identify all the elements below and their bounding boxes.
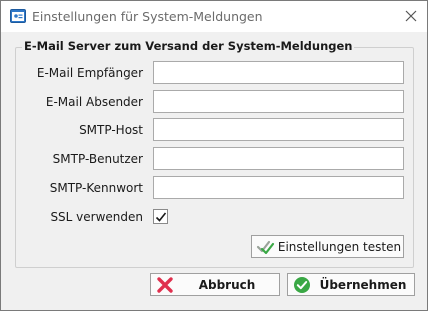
test-settings-label: Einstellungen testen xyxy=(277,239,402,254)
title-bar: Einstellungen für System-Meldungen xyxy=(1,1,427,32)
ssl-label: SSL verwenden xyxy=(50,210,143,224)
close-icon xyxy=(405,10,417,22)
cancel-label: Abbruch xyxy=(198,277,256,292)
recipient-field[interactable] xyxy=(153,61,404,84)
checkmark-icon xyxy=(155,212,166,222)
smtp-host-field[interactable] xyxy=(153,118,404,141)
check-circle-icon xyxy=(292,276,312,294)
close-button[interactable] xyxy=(399,5,423,27)
cancel-icon xyxy=(155,276,175,294)
apply-button[interactable]: Übernehmen xyxy=(287,273,415,296)
group-title: E-Mail Server zum Versand der System-Mel… xyxy=(22,39,355,53)
cancel-button[interactable]: Abbruch xyxy=(150,273,280,296)
smtp-host-label: SMTP-Host xyxy=(79,123,143,137)
recipient-label: E-Mail Empfänger xyxy=(36,66,143,80)
sender-label: E-Mail Absender xyxy=(45,95,143,109)
smtp-user-label: SMTP-Benutzer xyxy=(52,152,143,166)
smtp-password-label: SMTP-Kennwort xyxy=(49,181,143,195)
smtp-password-field[interactable] xyxy=(153,176,404,199)
ssl-checkbox[interactable] xyxy=(153,209,168,224)
test-settings-button[interactable]: Einstellungen testen xyxy=(251,235,404,258)
apply-label: Übernehmen xyxy=(319,277,407,292)
sender-field[interactable] xyxy=(153,90,404,113)
smtp-user-field[interactable] xyxy=(153,147,404,170)
settings-dialog: Einstellungen für System-Meldungen E-Mai… xyxy=(0,0,428,311)
double-check-icon xyxy=(256,238,276,256)
app-icon xyxy=(10,9,26,23)
window-title: Einstellungen für System-Meldungen xyxy=(32,9,263,24)
